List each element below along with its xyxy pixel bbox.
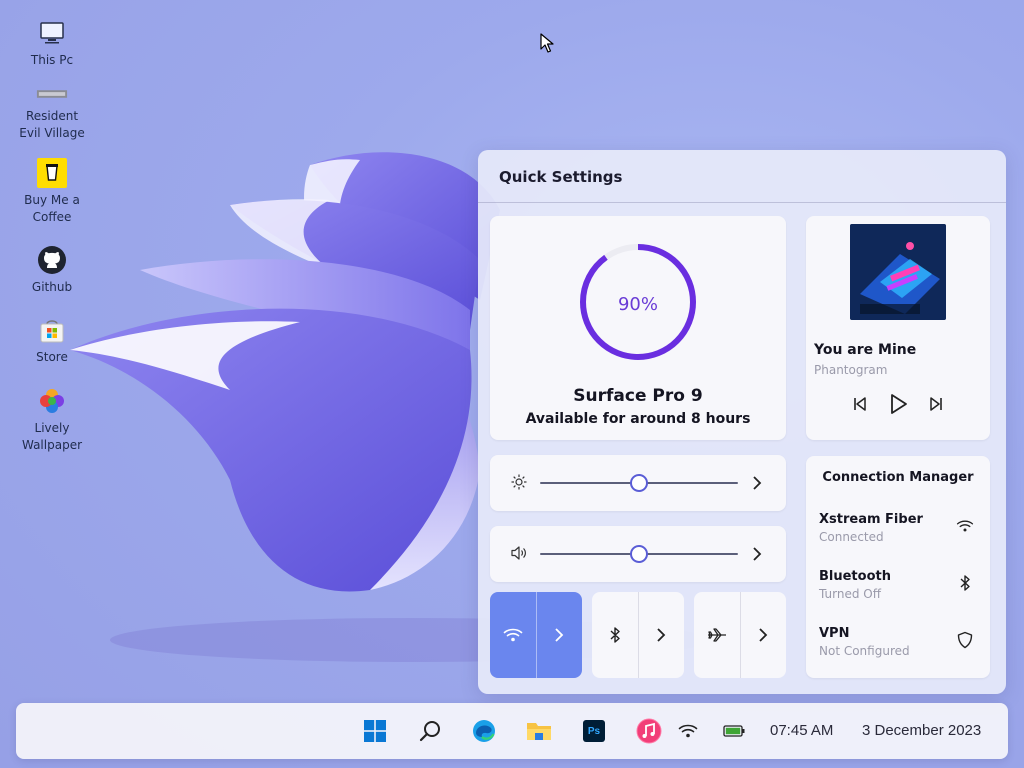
desktop-icon-github[interactable]: Github (12, 245, 92, 296)
brightness-slider-thumb[interactable] (630, 474, 648, 492)
airplane-toggle-button[interactable] (694, 592, 740, 678)
desktop-icon-label: Github (31, 280, 73, 294)
chevron-right-icon (759, 628, 768, 642)
wifi-icon (678, 724, 698, 738)
wifi-icon (955, 516, 975, 536)
battery-tray-button[interactable] (720, 717, 748, 745)
airplane-icon (707, 628, 726, 642)
clock-time[interactable]: 07:45 AM (770, 722, 833, 739)
speaker-icon (510, 544, 528, 562)
bluetooth-icon (610, 627, 620, 643)
battery-card: 90% Surface Pro 9 Available for around 8… (490, 216, 786, 440)
desktop-icon-lively-wallpaper[interactable]: Lively Wallpaper (12, 386, 92, 454)
battery-icon (723, 725, 745, 737)
next-icon (930, 397, 942, 411)
chevron-right-icon (753, 547, 762, 561)
divider (478, 202, 1006, 203)
store-bag-icon (36, 315, 68, 345)
airplane-expand-button[interactable] (740, 592, 786, 678)
connection-manager-title: Connection Manager (822, 470, 974, 485)
clock-date[interactable]: 3 December 2023 (862, 722, 981, 739)
desktop-icon-label: Resident (25, 109, 79, 123)
play-icon (891, 394, 907, 414)
desktop-icon-label: Wallpaper (21, 438, 83, 452)
brightness-expand-button[interactable] (748, 473, 766, 493)
shield-icon (955, 630, 975, 650)
quick-settings-title: Quick Settings (499, 168, 623, 186)
song-title: You are Mine (814, 342, 917, 358)
device-name: Surface Pro 9 (573, 386, 703, 406)
flower-logo-icon (36, 386, 68, 416)
game-logo-icon (36, 84, 68, 104)
desktop-icon-label: Lively (34, 421, 70, 435)
photoshop-button[interactable]: Ps (580, 717, 608, 745)
battery-percentage: 90% (617, 294, 658, 315)
github-icon (36, 245, 68, 275)
mouse-cursor-icon (540, 33, 554, 53)
file-explorer-icon (527, 723, 551, 740)
chevron-right-icon (555, 628, 564, 642)
photoshop-icon: Ps (583, 720, 605, 742)
wifi-icon (503, 628, 523, 642)
volume-expand-button[interactable] (748, 544, 766, 564)
windows-start-icon (364, 720, 386, 742)
battery-availability: Available for around 8 hours (525, 411, 751, 427)
album-art (850, 224, 946, 320)
bluetooth-icon (955, 573, 975, 593)
bluetooth-toggle[interactable] (592, 592, 684, 678)
desktop-icon-label: Buy Me a (24, 193, 80, 207)
wifi-toggle-button[interactable] (490, 592, 536, 678)
airplane-mode-toggle[interactable] (694, 592, 786, 678)
media-player-card: You are Mine Phantogram (806, 216, 990, 440)
computer-icon (36, 18, 68, 48)
desktop-icon-label: Evil Village (19, 126, 85, 140)
edge-icon (473, 720, 495, 742)
bluetooth-toggle-button[interactable] (592, 592, 638, 678)
coffee-cup-icon (36, 158, 68, 188)
search-button[interactable] (416, 717, 444, 745)
volume-slider-card (490, 526, 786, 582)
search-icon (419, 721, 440, 742)
desktop-icon-store[interactable]: Store (12, 315, 92, 366)
brightness-slider-card (490, 455, 786, 511)
taskbar: Ps 07:45 AM 3 December 2023 (16, 703, 1008, 759)
music-app-button[interactable] (635, 717, 663, 745)
desktop-icon-buy-me-a-coffee[interactable]: Buy Me a Coffee (12, 158, 92, 226)
previous-icon (854, 397, 866, 411)
desktop-icon-label: This Pc (30, 53, 74, 67)
artist-name: Phantogram (814, 363, 888, 377)
chevron-right-icon (753, 476, 762, 490)
desktop-icon-resident-evil-village[interactable]: Resident Evil Village (12, 84, 92, 142)
wifi-toggle[interactable] (490, 592, 582, 678)
previous-track-button[interactable] (848, 392, 872, 416)
network-tray-button[interactable] (674, 717, 702, 745)
sun-icon (510, 473, 528, 491)
file-explorer-button[interactable] (525, 717, 553, 745)
connection-item-xstream-fiber[interactable]: Xstream Fiber Connected (819, 512, 979, 544)
connection-item-bluetooth[interactable]: Bluetooth Turned Off (819, 569, 979, 601)
play-button[interactable] (886, 392, 910, 416)
chevron-right-icon (657, 628, 666, 642)
desktop-icon-label: Coffee (32, 210, 72, 224)
edge-button[interactable] (470, 717, 498, 745)
next-track-button[interactable] (924, 392, 948, 416)
windows-start-button[interactable] (361, 717, 389, 745)
connection-item-vpn[interactable]: VPN Not Configured (819, 626, 979, 658)
connection-manager-card: Connection Manager Xstream Fiber Connect… (806, 456, 990, 678)
desktop-icon-this-pc[interactable]: This Pc (12, 18, 92, 69)
desktop-icon-label: Store (36, 350, 68, 364)
quick-settings-panel: Quick Settings 90% Surface Pro 9 Availab… (478, 150, 1006, 694)
wifi-expand-button[interactable] (536, 592, 582, 678)
volume-slider-thumb[interactable] (630, 545, 648, 563)
bluetooth-expand-button[interactable] (638, 592, 684, 678)
music-icon (636, 718, 662, 744)
